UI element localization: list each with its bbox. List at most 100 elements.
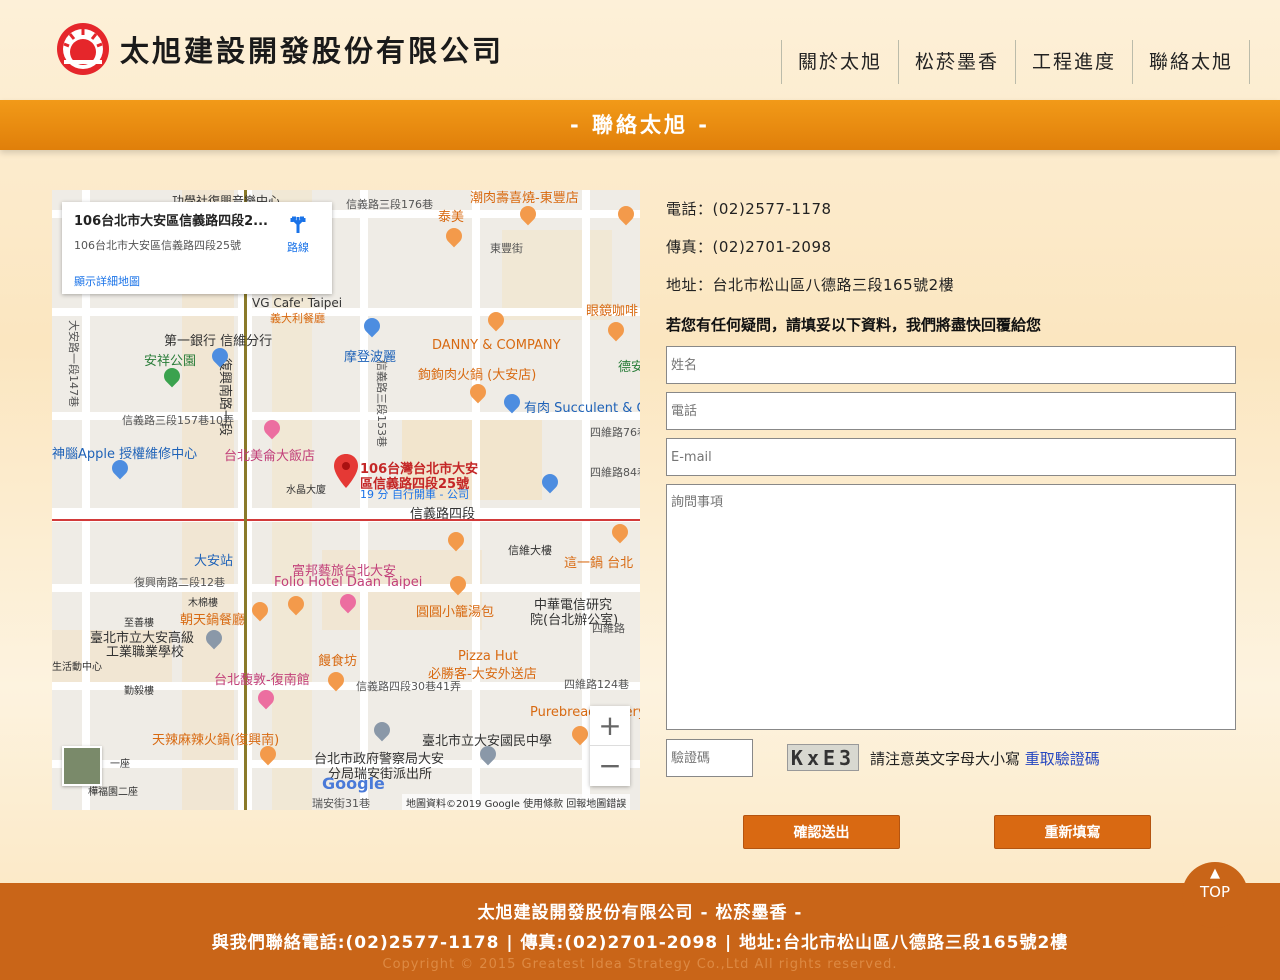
map-label: 鉤鉤肉火鍋 (大安店) xyxy=(418,368,537,383)
restaurant-icon[interactable] xyxy=(442,224,466,248)
map-label: 台北馥敦-復南館 xyxy=(214,673,310,688)
zoom-in-button[interactable]: + xyxy=(590,706,630,746)
map-label: 大安路一段147巷 xyxy=(67,320,80,407)
nav-songyan[interactable]: 松菸墨香 xyxy=(897,40,1015,84)
map-label: 這一鍋 台北 xyxy=(564,556,634,571)
map-label: 饅食坊 xyxy=(318,654,358,669)
directions-button[interactable]: 路線 xyxy=(278,214,318,255)
map-label: 義大利餐廳 xyxy=(270,312,325,325)
map-label: 四維路124巷 xyxy=(564,678,629,691)
map-label: 潮肉壽喜燒-東豐店 xyxy=(470,191,579,206)
map-label: 信義路三段153巷 xyxy=(375,360,388,447)
footer-company: 太旭建設開發股份有限公司 - 松菸墨香 - xyxy=(477,903,803,923)
map-label: Pizza Hut xyxy=(458,649,519,664)
nav-progress[interactable]: 工程進度 xyxy=(1014,40,1132,84)
restaurant-icon[interactable] xyxy=(444,528,468,552)
zoom-out-button[interactable]: − xyxy=(590,746,630,786)
nav-contact[interactable]: 聯絡太旭 xyxy=(1131,40,1250,84)
footer-contact: 與我們聯絡電話:(02)2577-1178 | 傳真:(02)2701-2098… xyxy=(211,933,1069,953)
back-to-top-button[interactable]: ▲ TOP xyxy=(1182,862,1248,928)
captcha-field[interactable] xyxy=(666,739,753,777)
map-road xyxy=(472,190,480,810)
form-prompt: 若您有任何疑問，請填妥以下資料，我們將盡快回覆給您 xyxy=(666,316,1042,334)
directions-label: 路線 xyxy=(287,241,309,254)
map-label: 天辣麻辣火鍋(復興南) xyxy=(152,733,280,748)
map-road xyxy=(52,308,640,316)
sun-logo-icon xyxy=(57,23,109,75)
map-label: 泰美 xyxy=(438,210,465,225)
restaurant-icon[interactable] xyxy=(614,202,638,226)
captcha-image: KxE3 xyxy=(787,744,859,771)
map-label: Folio Hotel Daan Taipei xyxy=(274,575,423,590)
company-name: 太旭建設開發股份有限公司 xyxy=(120,34,505,68)
map-label: 信義路四段30巷41弄 xyxy=(356,680,461,693)
submit-button[interactable]: 確認送出 xyxy=(743,815,900,849)
map-label: VG Cafe' Taipei xyxy=(252,296,343,310)
view-larger-map-link[interactable]: 顯示詳細地圖 xyxy=(74,273,320,289)
map-label: 水晶大廈 xyxy=(286,485,326,496)
map-label: 生活動中心 xyxy=(52,662,102,673)
pin-route-label: 19 分 自行開車 - 公司 xyxy=(360,488,469,501)
map-label: 瑞安街31巷 xyxy=(312,797,370,810)
main-nav: 關於太旭 松菸墨香 工程進度 聯絡太旭 xyxy=(780,40,1250,84)
message-field[interactable] xyxy=(666,484,1236,730)
contact-phone: 電話：(02)2577-1178 xyxy=(666,200,832,218)
logo[interactable]: 太旭建設開發股份有限公司 xyxy=(52,20,504,78)
email-field[interactable] xyxy=(666,438,1236,476)
map-attribution[interactable]: 地圖資料©2019 Google 使用條款 回報地圖錯誤 xyxy=(402,794,631,810)
map-label: 四維路 xyxy=(592,622,625,635)
restaurant-icon[interactable] xyxy=(516,202,540,226)
map-label: 四維路84巷 xyxy=(590,466,640,479)
map-label: 東豐街 xyxy=(490,242,523,255)
map-label: 德安 xyxy=(618,360,640,375)
shopping-icon[interactable] xyxy=(538,470,562,494)
nav-about[interactable]: 關於太旭 xyxy=(780,40,898,84)
contact-fax: 傳真：(02)2701-2098 xyxy=(666,238,832,256)
captcha-note: 請注意英文字母大小寫 重取驗證碼 xyxy=(870,748,1100,769)
map-label: 信維大樓 xyxy=(508,544,552,557)
map-label: 神腦Apple 授權維修中心 xyxy=(52,447,198,462)
map-label: 第一銀行 信維分行 xyxy=(164,334,273,349)
map-label: 工業職業學校 xyxy=(106,645,185,660)
contact-address: 地址：台北市松山區八德路三段165號2樓 xyxy=(666,276,955,294)
mrt-red-line xyxy=(52,519,640,521)
satellite-toggle[interactable] xyxy=(62,746,102,786)
map-label: 眼鏡咖啡 xyxy=(586,304,639,319)
shopping-icon[interactable] xyxy=(500,390,524,414)
directions-icon xyxy=(290,216,306,233)
police-icon[interactable] xyxy=(370,718,394,742)
google-logo: Google xyxy=(322,774,385,793)
cafe-icon[interactable] xyxy=(604,318,628,342)
map-label: 安祥公園 xyxy=(144,354,197,369)
map-label: DANNY & COMPANY xyxy=(432,338,561,353)
map-label: 有肉 Succulent & G xyxy=(524,401,640,416)
reset-button[interactable]: 重新填寫 xyxy=(994,815,1151,849)
google-map[interactable]: 功學社復興音樂中心 潮肉壽喜燒-東豐店 信義路三段176巷 泰美 東豐街 VG … xyxy=(52,190,640,810)
page-title: - 聯絡太旭 - xyxy=(0,100,1280,150)
restaurant-icon[interactable] xyxy=(466,380,490,404)
map-label: 復興南路一段 xyxy=(217,358,232,437)
map-label: 朝天鍋餐廳 xyxy=(180,613,246,628)
map-label: 勤毅樓 xyxy=(124,686,154,697)
phone-field[interactable] xyxy=(666,392,1236,430)
back-to-top-label: TOP xyxy=(1199,883,1230,901)
map-label: 木棉樓 xyxy=(188,598,218,609)
arrow-up-icon: ▲ xyxy=(1210,866,1220,881)
map-info-card: 106台北市大安區信義路四段2... 106台北市大安區信義路四段25號 顯示詳… xyxy=(62,202,332,294)
footer-copyright: Copyright © 2015 Greatest Idea Strategy … xyxy=(382,957,898,972)
site-header: 太旭建設開發股份有限公司 關於太旭 松菸墨香 工程進度 聯絡太旭 xyxy=(0,0,1280,100)
captcha-note-text: 請注意英文字母大小寫 xyxy=(870,750,1021,768)
map-label: 圓圓小籠湯包 xyxy=(416,605,495,620)
map-label: 大安站 xyxy=(194,554,234,569)
name-field[interactable] xyxy=(666,346,1236,384)
location-pin-icon[interactable] xyxy=(334,454,358,488)
zoom-controls: + − xyxy=(590,706,630,786)
map-label: 四維路76巷 xyxy=(590,426,640,439)
restaurant-icon[interactable] xyxy=(608,520,632,544)
map-label: 台北美侖大飯店 xyxy=(224,449,316,464)
restaurant-icon[interactable] xyxy=(248,598,272,622)
site-footer: 太旭建設開發股份有限公司 - 松菸墨香 - 與我們聯絡電話:(02)2577-1… xyxy=(0,883,1280,980)
map-label: 一座 xyxy=(110,759,130,770)
refresh-captcha-link[interactable]: 重取驗證碼 xyxy=(1025,750,1100,768)
map-label: 信義路三段176巷 xyxy=(346,198,433,211)
